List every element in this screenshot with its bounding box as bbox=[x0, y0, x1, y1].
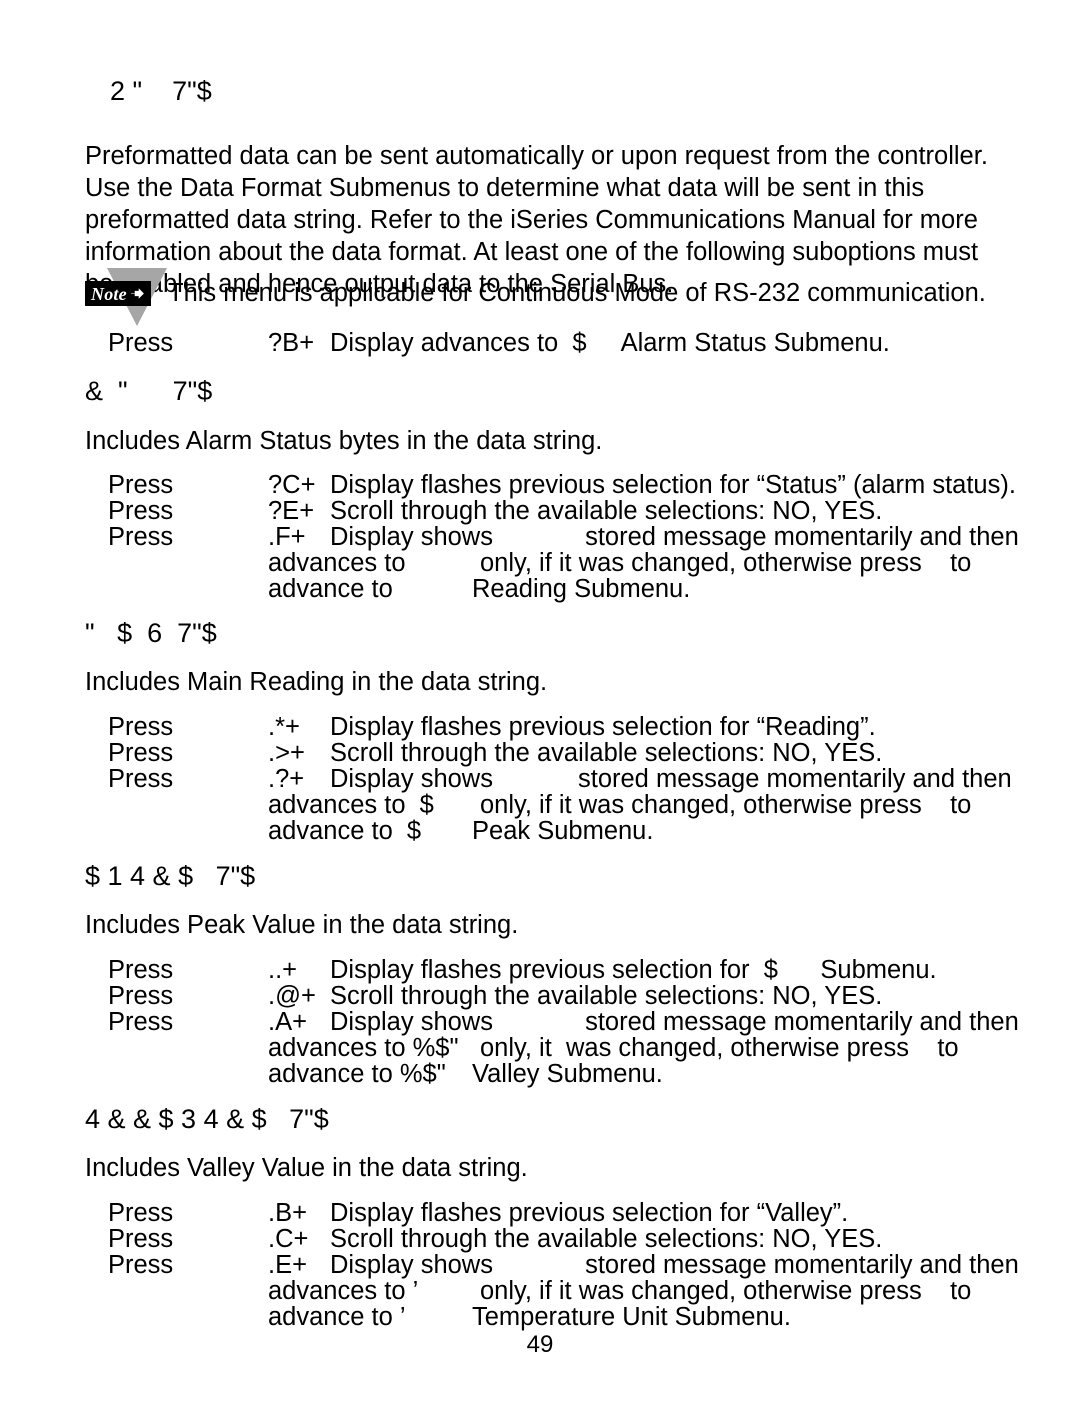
main-reading-includes-text: Includes Main Reading in the data string… bbox=[85, 668, 548, 696]
note-badge-label: Note bbox=[91, 283, 127, 304]
press-key-glyph: ?C+ bbox=[268, 471, 316, 499]
press-key-glyph: ?E+ bbox=[268, 497, 315, 525]
press-label: Press bbox=[108, 765, 174, 793]
press-label: Press bbox=[108, 1008, 174, 1036]
intro-press-block: Press ?B+ Display advances to $ Alarm St… bbox=[0, 330, 1080, 356]
note-badge: Note bbox=[85, 281, 151, 306]
continuation-tail: only, if it was changed, otherwise press… bbox=[480, 1277, 972, 1305]
press-continuation-line: advances to ’ only, if it was changed, o… bbox=[0, 1278, 1080, 1304]
press-description: Display shows stored message momentarily… bbox=[330, 765, 1012, 793]
press-continuation-line: advances to %$" only, it was changed, ot… bbox=[0, 1035, 1080, 1061]
press-label: Press bbox=[108, 956, 174, 984]
press-description: Display flashes previous selection for “… bbox=[330, 1199, 849, 1227]
press-continuation-line: advance to %$" Valley Submenu. bbox=[0, 1061, 1080, 1087]
press-description: Scroll through the available selections:… bbox=[330, 497, 883, 525]
document-page: 2 " 7"$ Preformatted data can be sent au… bbox=[0, 0, 1080, 1412]
press-key-glyph: .*+ bbox=[268, 713, 307, 741]
press-key-glyph: .?+ bbox=[268, 765, 312, 793]
press-line: Press ..+ Display flashes previous selec… bbox=[0, 957, 1080, 983]
note-callout: Note This menu is applicable for Continu… bbox=[85, 268, 1005, 326]
main-reading-press-block: Press .*+ Display flashes previous selec… bbox=[0, 714, 1080, 844]
section-heading-peak-value: $ 1 4 & $ 7"$ bbox=[85, 861, 256, 891]
press-label: Press bbox=[108, 1251, 174, 1279]
continuation-tail: Reading Submenu. bbox=[472, 575, 691, 603]
press-line: Press .@+ Scroll through the available s… bbox=[0, 983, 1080, 1009]
press-label: Press bbox=[108, 739, 174, 767]
continuation-tail: Peak Submenu. bbox=[472, 817, 654, 845]
section-heading-alarm-status: & " 7"$ bbox=[85, 376, 213, 406]
continuation-lead: advances to %$" bbox=[268, 1034, 459, 1062]
press-label: Press bbox=[108, 329, 174, 357]
press-continuation-line: advance to $ Peak Submenu. bbox=[0, 818, 1080, 844]
press-line: Press ?C+ Display flashes previous selec… bbox=[0, 472, 1080, 498]
press-line: Press .?+ Display shows stored message m… bbox=[0, 766, 1080, 792]
press-label: Press bbox=[108, 1199, 174, 1227]
press-label: Press bbox=[108, 1225, 174, 1253]
continuation-tail: Valley Submenu. bbox=[472, 1060, 663, 1088]
note-text: This menu is applicable for Continuous M… bbox=[168, 279, 986, 307]
press-label: Press bbox=[108, 713, 174, 741]
alarm-status-press-block: Press ?C+ Display flashes previous selec… bbox=[0, 472, 1080, 602]
press-label: Press bbox=[108, 497, 174, 525]
continuation-tail: only, it was changed, otherwise press to bbox=[480, 1034, 959, 1062]
continuation-tail: only, if it was changed, otherwise press… bbox=[480, 549, 972, 577]
press-label: Press bbox=[108, 471, 174, 499]
press-continuation-line: advance to ’ Temperature Unit Submenu. bbox=[0, 1304, 1080, 1330]
section-heading-main-reading: " $ 6 7"$ bbox=[85, 618, 217, 648]
page-number: 49 bbox=[526, 1331, 554, 1358]
press-continuation-line: advances to only, if it was changed, oth… bbox=[0, 550, 1080, 576]
press-label: Press bbox=[108, 523, 174, 551]
press-description: Display flashes previous selection for “… bbox=[330, 713, 876, 741]
continuation-tail: only, if it was changed, otherwise press… bbox=[480, 791, 972, 819]
press-description: Display shows stored message momentarily… bbox=[330, 523, 1019, 551]
press-key-glyph: .B+ bbox=[268, 1199, 315, 1227]
valley-value-includes-text: Includes Valley Value in the data string… bbox=[85, 1154, 528, 1182]
press-key-glyph: .>+ bbox=[268, 739, 312, 767]
press-key-glyph: ?B+ bbox=[268, 329, 315, 357]
pointing-hand-icon bbox=[130, 287, 146, 300]
continuation-lead: advance to ’ bbox=[268, 1303, 406, 1331]
valley-value-press-block: Press .B+ Display flashes previous selec… bbox=[0, 1200, 1080, 1330]
press-line: Press .A+ Display shows stored message m… bbox=[0, 1009, 1080, 1035]
press-key-glyph: .F+ bbox=[268, 523, 313, 551]
press-key-glyph: .A+ bbox=[268, 1008, 315, 1036]
alarm-status-includes-text: Includes Alarm Status bytes in the data … bbox=[85, 427, 603, 455]
press-line: Press .*+ Display flashes previous selec… bbox=[0, 714, 1080, 740]
section-heading-preformatted-data: 2 " 7"$ bbox=[110, 76, 212, 106]
continuation-tail: Temperature Unit Submenu. bbox=[472, 1303, 791, 1331]
press-line: Press .F+ Display shows stored message m… bbox=[0, 524, 1080, 550]
press-line: Press .>+ Scroll through the available s… bbox=[0, 740, 1080, 766]
press-line: Press .C+ Scroll through the available s… bbox=[0, 1226, 1080, 1252]
press-description: Scroll through the available selections:… bbox=[330, 739, 883, 767]
continuation-lead: advance to %$" bbox=[268, 1060, 446, 1088]
press-line: Press .E+ Display shows stored message m… bbox=[0, 1252, 1080, 1278]
press-description: Display shows stored message momentarily… bbox=[330, 1008, 1019, 1036]
press-label: Press bbox=[108, 982, 174, 1010]
continuation-lead: advances to $ bbox=[268, 791, 434, 819]
press-key-glyph: .E+ bbox=[268, 1251, 315, 1279]
press-description: Display shows stored message momentarily… bbox=[330, 1251, 1019, 1279]
press-continuation-line: advance to Reading Submenu. bbox=[0, 576, 1080, 602]
section-heading-valley-value: 4 & & $ 3 4 & $ 7"$ bbox=[85, 1104, 329, 1134]
press-key-glyph: .C+ bbox=[268, 1225, 316, 1253]
press-description: Scroll through the available selections:… bbox=[330, 1225, 883, 1253]
peak-value-includes-text: Includes Peak Value in the data string. bbox=[85, 911, 519, 939]
press-continuation-line: advances to $ only, if it was changed, o… bbox=[0, 792, 1080, 818]
press-line: Press ?B+ Display advances to $ Alarm St… bbox=[0, 330, 1080, 356]
peak-value-press-block: Press ..+ Display flashes previous selec… bbox=[0, 957, 1080, 1087]
press-description: Display flashes previous selection for “… bbox=[330, 471, 1016, 499]
press-description: Scroll through the available selections:… bbox=[330, 982, 883, 1010]
press-key-glyph: .@+ bbox=[268, 982, 316, 1010]
continuation-lead: advance to bbox=[268, 575, 393, 603]
continuation-lead: advances to bbox=[268, 549, 406, 577]
press-line: Press .B+ Display flashes previous selec… bbox=[0, 1200, 1080, 1226]
press-description: Display advances to $ Alarm Status Subme… bbox=[330, 329, 890, 357]
continuation-lead: advance to $ bbox=[268, 817, 422, 845]
press-key-glyph: ..+ bbox=[268, 956, 305, 984]
press-line: Press ?E+ Scroll through the available s… bbox=[0, 498, 1080, 524]
continuation-lead: advances to ’ bbox=[268, 1277, 419, 1305]
press-description: Display flashes previous selection for $… bbox=[330, 956, 937, 984]
